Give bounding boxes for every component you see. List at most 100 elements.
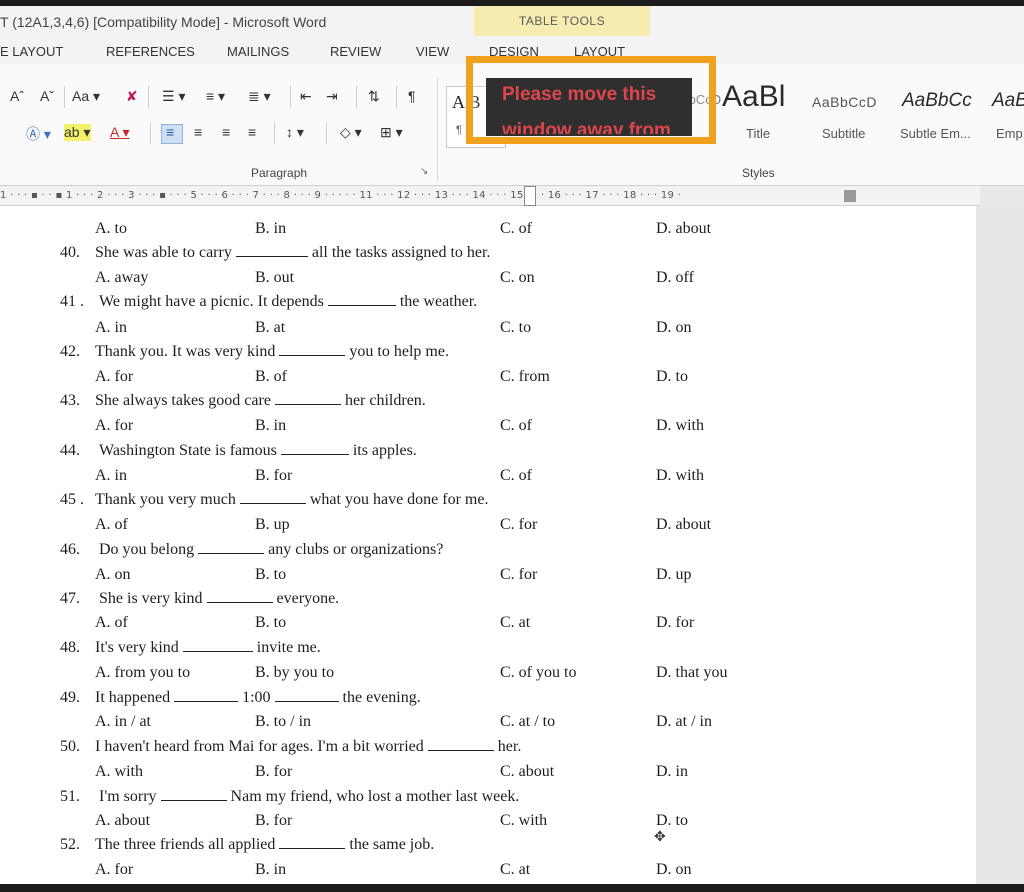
question-text: It happened 1:00 the evening. (95, 689, 421, 706)
option-b: B. to (255, 566, 287, 583)
font-color-button[interactable]: A ▾ (110, 124, 129, 141)
option-b: B. in (255, 220, 287, 237)
right-indent-marker[interactable] (844, 190, 856, 202)
question-number: 50. (60, 738, 80, 755)
ribbon-separator (64, 86, 65, 108)
ribbon-separator (150, 122, 151, 144)
align-center-button[interactable]: ≡ (194, 124, 202, 140)
answer-blank (279, 837, 346, 849)
option-b: B. for (255, 812, 293, 829)
option-a: A. for (95, 368, 134, 385)
option-c: C. for (500, 516, 538, 533)
question-number: 46. (60, 541, 80, 558)
option-c: C. of (500, 467, 532, 484)
option-d: D. that you (656, 664, 728, 681)
style-title-preview[interactable]: AaBl (722, 80, 785, 114)
tab-mailings[interactable]: MAILINGS (227, 44, 289, 59)
option-a: A. of (95, 614, 128, 631)
option-b: B. to (255, 614, 287, 631)
option-d: D. about (656, 220, 712, 237)
option-d: D. with (656, 467, 704, 484)
question-number: 44. (60, 442, 80, 459)
option-a: A. on (95, 566, 131, 583)
style-title-name: Title (746, 126, 771, 141)
option-b: B. out (255, 269, 295, 286)
option-d: D. in (656, 763, 688, 780)
tab-page-layout[interactable]: E LAYOUT (0, 44, 63, 59)
tab-review[interactable]: REVIEW (330, 44, 381, 59)
answer-blank (279, 344, 346, 356)
option-b: B. by you to (255, 664, 335, 681)
shading-button[interactable]: ◇ ▾ (340, 124, 362, 141)
option-c: C. of (500, 220, 532, 237)
paragraph-dialog-launcher[interactable]: ↘ (420, 166, 428, 177)
option-b: B. of (255, 368, 287, 385)
question-text: She is very kind everyone. (99, 590, 340, 607)
option-c: C. about (500, 763, 555, 780)
answer-blank (235, 245, 308, 257)
clear-formatting-button[interactable]: ✘ (126, 88, 138, 105)
window-title: T (12A1,3,4,6) [Compatibility Mode] - Mi… (0, 14, 327, 30)
table-tools-label: TABLE TOOLS (518, 14, 606, 28)
styles-group-label: Styles (742, 166, 775, 180)
question-text: Thank you. It was very kind you to help … (95, 343, 449, 360)
option-c: C. to (500, 319, 532, 336)
option-a: A. in / at (95, 713, 151, 730)
question-number: 49. (60, 689, 80, 706)
document-gutter (976, 206, 1024, 886)
tab-view[interactable]: VIEW (416, 44, 449, 59)
word-window: T (12A1,3,4,6) [Compatibility Mode] - Mi… (0, 0, 1024, 892)
multilevel-list-button[interactable]: ≣ ▾ (248, 88, 271, 105)
style-normal-name: ¶ (456, 124, 462, 136)
table-column-marker[interactable] (524, 186, 536, 206)
question-number: 48. (60, 639, 80, 656)
text-effects-button[interactable]: Ⓐ ▾ (26, 124, 51, 144)
ribbon-separator (148, 86, 149, 108)
question-text: Do you belong any clubs or organizations… (99, 541, 444, 558)
option-b: B. for (255, 763, 293, 780)
option-c: C. from (500, 368, 550, 385)
grow-font-button[interactable]: Aˆ (10, 88, 24, 104)
line-spacing-button[interactable]: ↕ ▾ (286, 124, 304, 141)
option-a: A. away (95, 269, 149, 286)
sort-button[interactable]: ⇅ (368, 88, 380, 105)
style-subtle-emphasis-preview[interactable]: AaBbCc (902, 90, 972, 112)
decrease-indent-button[interactable]: ⇤ (300, 88, 312, 105)
highlight-color-button[interactable]: ab ▾ (64, 124, 91, 141)
option-c: C. with (500, 812, 548, 829)
show-marks-button[interactable]: ¶ (408, 88, 416, 104)
option-c: C. at (500, 861, 531, 878)
ribbon-separator (326, 122, 327, 144)
question-text: Washington State is famous its apples. (99, 442, 417, 459)
justify-button[interactable]: ≡ (248, 124, 256, 140)
option-b: B. up (255, 516, 290, 533)
option-a: A. with (95, 763, 143, 780)
style-subtitle-preview[interactable]: AaBbCcD (812, 94, 877, 110)
option-d: D. at / in (656, 713, 712, 730)
answer-blank (198, 542, 265, 554)
option-d: D. to (656, 368, 688, 385)
increase-indent-button[interactable]: ⇥ (326, 88, 338, 105)
borders-button[interactable]: ⊞ ▾ (380, 124, 403, 141)
shrink-font-button[interactable]: Aˇ (40, 88, 54, 104)
question-number: 40. (60, 244, 80, 261)
numbering-button[interactable]: ≡ ▾ (206, 88, 225, 105)
paragraph-group-label: Paragraph (251, 166, 308, 180)
align-right-button[interactable]: ≡ (222, 124, 230, 140)
answer-blank (274, 393, 341, 405)
style-emphasis-name: Emp (996, 126, 1023, 141)
warning-highlight-frame[interactable] (466, 56, 716, 144)
style-emphasis-preview[interactable]: AaB (992, 90, 1024, 112)
option-c: C. on (500, 269, 535, 286)
ribbon-separator (274, 122, 275, 144)
option-d: D. up (656, 566, 692, 583)
option-a: A. of (95, 516, 128, 533)
option-d: D. on (656, 319, 692, 336)
answer-blank (239, 492, 306, 504)
bullets-button[interactable]: ☰ ▾ (162, 88, 185, 105)
tab-references[interactable]: REFERENCES (106, 44, 195, 59)
answer-blank (182, 640, 253, 652)
align-left-button[interactable]: ≡ (166, 124, 174, 140)
change-case-button[interactable]: Aa ▾ (72, 88, 100, 105)
question-number: 42. (60, 343, 80, 360)
